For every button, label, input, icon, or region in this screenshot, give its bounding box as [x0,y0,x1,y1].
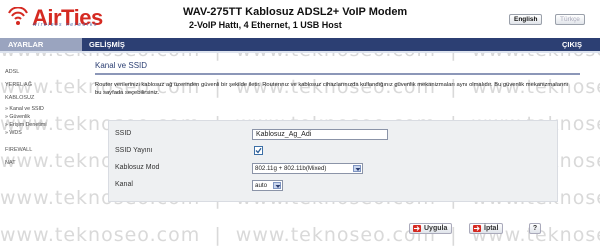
sidebar-item-adsl[interactable]: ADSL [5,69,19,75]
wireless-mode-label: Kablosuz Mod [115,164,160,171]
check-icon [255,147,262,154]
page-description: Router verilerinizi kablosuz ağ üzerinde… [95,82,569,96]
channel-value: auto [255,182,268,189]
sidebar-item-wds[interactable]: » WDS [5,130,22,136]
tab-advanced[interactable]: GELİŞMİŞ [89,38,125,51]
page-title: Kanal ve SSID [95,61,148,70]
airties-logo: AirTies [6,6,103,35]
header: AirTies wireless networks WAV-275TT Kabl… [0,0,600,38]
wireless-mode-row: Kablosuz Mod 802.11g + 802.11b(Mixed) [109,161,557,175]
sidebar-item-lan[interactable]: YEREL AĞ [5,82,32,88]
sidebar-item-firewall[interactable]: FIREWALL [5,147,32,153]
cancel-button[interactable]: İptal [469,223,504,234]
title-divider [95,73,580,75]
ssid-broadcast-checkbox[interactable] [254,146,263,155]
main-content: Kanal ve SSID Router verilerinizi kablos… [95,53,600,248]
sidebar-item-security[interactable]: » Güvenlik [5,114,30,120]
help-button[interactable]: ? [529,223,541,234]
model-title: WAV-275TT Kablosuz ADSL2+ VoIP Modem [183,6,408,18]
sidebar-item-access-control[interactable]: » Erişim Denetimi [5,122,47,128]
ssid-label: SSID [115,130,132,137]
sidebar: ADSL YEREL AĞ KABLOSUZ » Kanal ve SSID »… [0,53,82,248]
turkish-button[interactable]: Türkçe [555,14,585,25]
sidebar-item-wireless[interactable]: KABLOSUZ [5,95,34,101]
channel-select[interactable]: auto [252,180,283,191]
apply-label: Uygula [424,225,448,232]
sidebar-item-nat[interactable]: NAT [5,160,16,166]
logo-tagline: wireless networks [33,22,98,28]
wireless-mode-value: 802.11g + 802.11b(Mixed) [255,165,327,172]
settings-panel: SSID Kablosuz_Ag_Adi SSID Yayını Kablosu… [108,120,558,202]
ssid-input[interactable]: Kablosuz_Ag_Adi [252,129,388,140]
ssid-broadcast-label: SSID Yayını [115,147,153,154]
english-button[interactable]: English [509,14,543,25]
chevron-down-icon[interactable] [353,165,361,172]
tab-settings[interactable]: AYARLAR [0,38,82,51]
ssid-broadcast-row: SSID Yayını [109,144,557,158]
apply-button[interactable]: Uygula [409,223,453,234]
channel-label: Kanal [115,181,133,188]
channel-row: Kanal auto [109,178,557,192]
model-subtitle: 2-VoIP Hattı, 4 Ethernet, 1 USB Host [189,20,342,30]
chevron-down-icon[interactable] [273,182,281,189]
arrow-right-icon [473,225,481,232]
cancel-label: İptal [484,225,499,232]
main-nav: AYARLAR GELİŞMİŞ ÇIKIŞ [0,38,600,51]
ssid-row: SSID Kablosuz_Ag_Adi [109,127,557,141]
arrow-right-icon [413,225,421,232]
airties-logo-icon [6,6,30,29]
logout-link[interactable]: ÇIKIŞ [562,38,582,51]
wireless-mode-select[interactable]: 802.11g + 802.11b(Mixed) [252,163,363,174]
sidebar-item-channel-ssid[interactable]: » Kanal ve SSID [5,106,44,112]
